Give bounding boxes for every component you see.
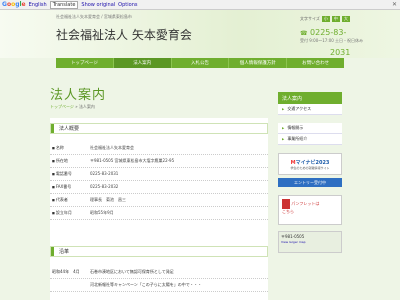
phone-number[interactable]: ☎ 0225-83- xyxy=(300,28,346,37)
pamphlet-sub: こちら xyxy=(282,209,294,214)
site-header: 社会福祉法人矢本愛育会 / 宮城県東松島市 社会福祉法人 矢本愛育会 文字サイズ… xyxy=(0,10,400,58)
sidebar: 法人案内 交通アクセス 情報開示 事業所紹介 Mマイナビ2023 学生のための就… xyxy=(278,92,342,253)
font-size-control: 文字サイズ 小 中 大 xyxy=(300,16,350,22)
history-title: 沿革 xyxy=(59,249,70,255)
font-size-large-button[interactable]: 大 xyxy=(341,16,350,22)
table-row: 代表者理事長 菊池 昌三 xyxy=(50,194,268,207)
view-larger-map-link[interactable]: View larger map xyxy=(281,240,339,244)
pamphlet-banner[interactable]: パンフレットは こちら xyxy=(278,195,342,225)
options-link[interactable]: Options xyxy=(118,2,137,8)
font-size-label: 文字サイズ xyxy=(300,16,320,21)
history-heading: 沿革 xyxy=(50,246,268,257)
sidebar-item-disclosure[interactable]: 情報開示 xyxy=(278,123,342,134)
main-nav: トップページ 法人案内 入札公告 個人情報保護方針 お問い合わせ xyxy=(56,58,344,68)
table-row: 電話番号0225-83-2031 xyxy=(50,168,268,181)
sidebar-title: 法人案内 xyxy=(278,92,342,104)
google-translate-bar: Google English Translate Show original O… xyxy=(0,0,400,10)
overview-title: 法人概要 xyxy=(59,126,80,132)
history-list: 昭和44年 4月 石巻市湊地区において無認可保育所として発足 河北新報社等キャンペ… xyxy=(50,266,268,292)
table-row: 所在地〒981-0505 宮城県東松島市大塩字鷹巣22-95 xyxy=(50,155,268,168)
page-title: 法人案内 xyxy=(50,88,107,103)
nav-item-privacy[interactable]: 個人情報保護方針 xyxy=(229,58,288,68)
table-row: 設立年月昭和55年9月 xyxy=(50,207,268,220)
close-icon[interactable]: ✕ xyxy=(392,1,397,8)
mynavi-logo: Mマイナビ2023 xyxy=(290,159,330,166)
heading-accent xyxy=(51,124,54,133)
breadcrumb-separator: » xyxy=(75,104,78,109)
sidebar-item-facilities[interactable]: 事業所紹介 xyxy=(278,134,342,145)
language-select[interactable]: English xyxy=(29,2,47,8)
nav-item-contact[interactable]: お問い合わせ xyxy=(287,58,344,68)
tagline: 社会福祉法人矢本愛育会 / 宮城県東松島市 xyxy=(56,14,132,19)
font-size-small-button[interactable]: 小 xyxy=(321,16,330,22)
sidebar-item-access[interactable]: 交通アクセス xyxy=(278,104,342,115)
pamphlet-label: パンフレットは xyxy=(291,201,320,206)
mynavi-sub: 学生のための就職情報サイト xyxy=(290,165,330,170)
mynavi-banner[interactable]: Mマイナビ2023 学生のための就職情報サイト xyxy=(278,153,342,175)
overview-heading: 法人概要 xyxy=(50,123,268,134)
heading-accent xyxy=(51,247,54,256)
nav-item-top[interactable]: トップページ xyxy=(56,58,114,68)
breadcrumb-home[interactable]: トップページ xyxy=(50,104,74,109)
pamphlet-icon xyxy=(282,199,290,209)
site-title[interactable]: 社会福祉法人 矢本愛育会 xyxy=(56,26,192,43)
phone-number-cont: 2031 xyxy=(330,48,351,57)
google-logo: Google xyxy=(2,1,26,8)
main-content: 法人概要 名称社会福祉法人矢本愛育会 所在地〒981-0505 宮城県東松島市大… xyxy=(50,118,268,300)
entry-button[interactable]: エントリー受付中 xyxy=(278,178,342,187)
table-row: FAX番号0225-83-2032 xyxy=(50,181,268,194)
nav-item-corporate[interactable]: 法人案内 xyxy=(113,58,172,68)
breadcrumb-current: 法人案内 xyxy=(78,104,95,109)
phone-icon: ☎ xyxy=(300,30,308,37)
translate-button[interactable]: Translate xyxy=(49,0,79,9)
font-size-medium-button[interactable]: 中 xyxy=(331,16,340,22)
list-item: 昭和44年 4月 石巻市湊地区において無認可保育所として発足 xyxy=(50,266,268,279)
business-hours: 受付 9:00〜17:00 土日・祝日休み xyxy=(300,38,364,43)
table-row: 名称社会福祉法人矢本愛育会 xyxy=(50,142,268,155)
show-original-link[interactable]: Show original xyxy=(81,2,115,8)
nav-item-bidding[interactable]: 入札公告 xyxy=(172,58,230,68)
map-widget[interactable]: 〒981-0505 View larger map xyxy=(278,231,342,253)
overview-table: 名称社会福祉法人矢本愛育会 所在地〒981-0505 宮城県東松島市大塩字鷹巣2… xyxy=(50,142,268,220)
list-item: 河北新報社等キャンペーン「この子らに太陽を」の中で・・・ xyxy=(50,279,268,292)
breadcrumb: トップページ » 法人案内 xyxy=(50,104,95,110)
